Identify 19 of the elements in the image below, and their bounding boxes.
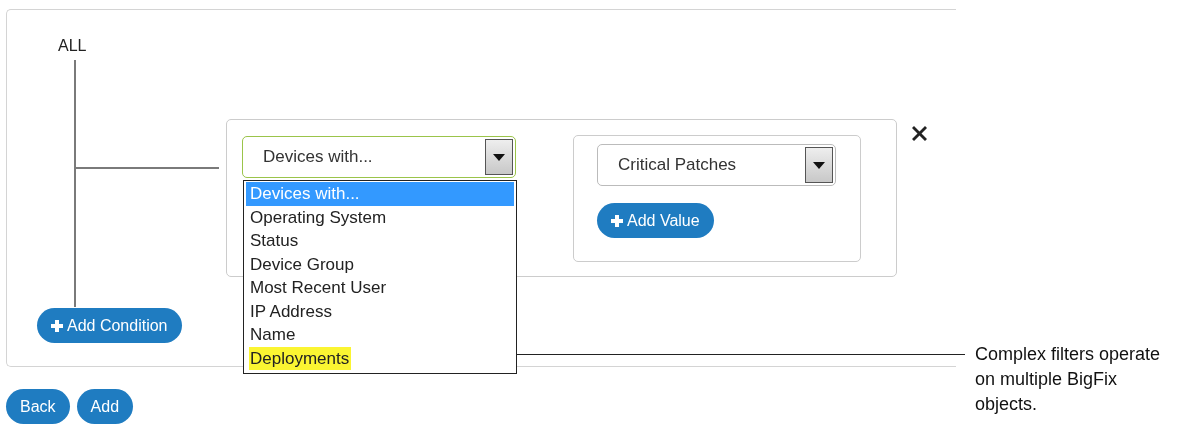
highlight-mark: Deployments [249,346,352,370]
group-label: ALL [58,36,87,55]
dropdown-option[interactable]: Operating System [246,205,514,229]
dropdown-option[interactable]: IP Address [246,299,514,323]
add-value-button[interactable]: Add Value [597,203,714,238]
dropdown-field[interactable]: Devices with... [242,136,516,178]
close-icon[interactable] [911,125,928,142]
add-button[interactable]: Add [76,389,134,424]
plus-icon [51,319,63,332]
annotation-text: Complex filters operate on multiple BigFix objects. [975,343,1162,416]
add-condition-button[interactable]: Add Condition [37,308,182,343]
dropdown-option[interactable]: Name [246,323,514,347]
back-button[interactable]: Back [6,389,70,424]
dropdown-option[interactable]: Device Group [246,252,514,276]
dropdown-field[interactable]: Critical Patches [597,144,836,186]
plus-icon [611,214,623,227]
dropdown-option[interactable]: Deployments [246,346,514,370]
dropdown-option[interactable]: Most Recent User [246,276,514,300]
dropdown-option[interactable]: Status [246,229,514,253]
